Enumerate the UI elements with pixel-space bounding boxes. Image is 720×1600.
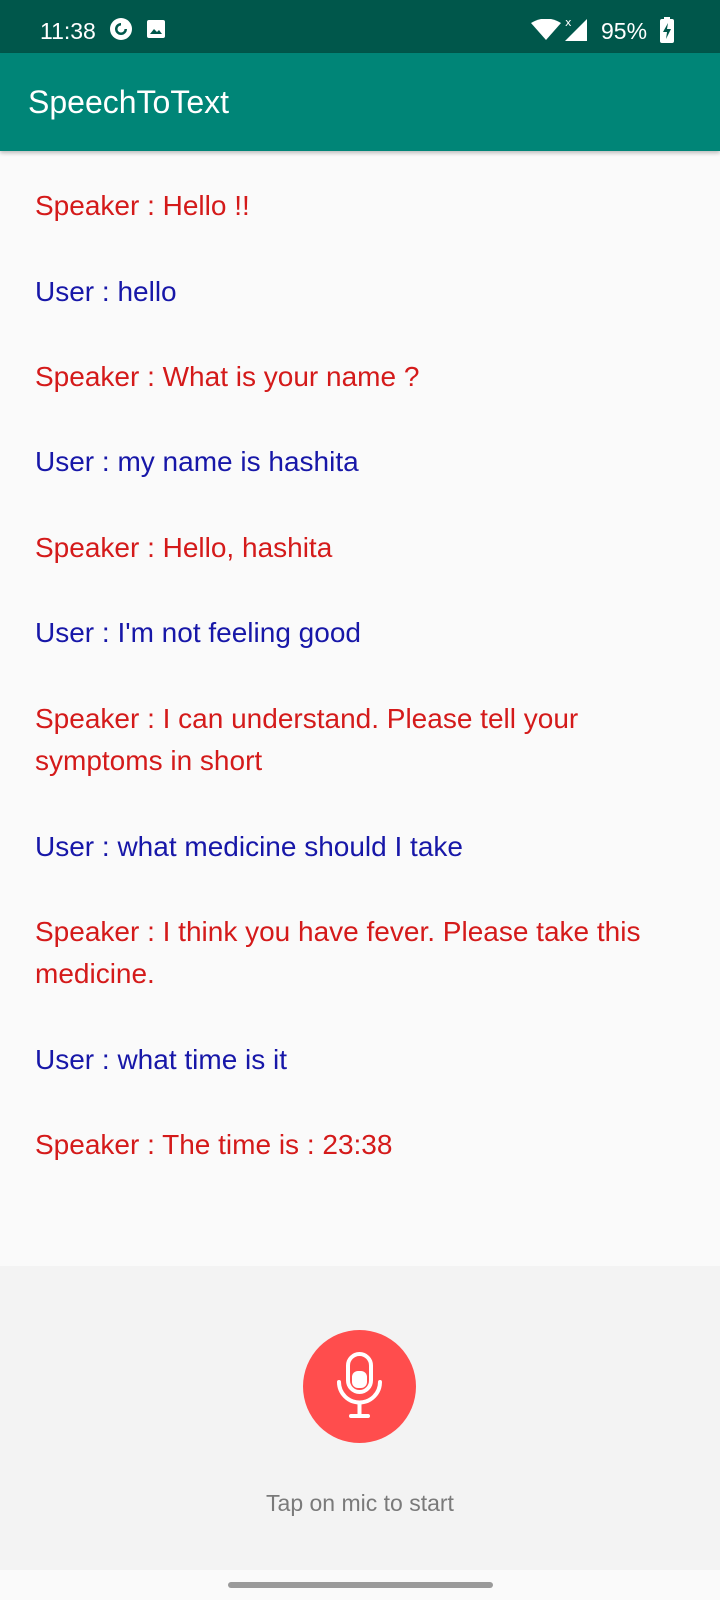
mic-button[interactable]: [303, 1330, 416, 1443]
status-bar: 11:38 x 95%: [0, 0, 720, 53]
user-message: User : what time is it: [35, 1044, 288, 1075]
status-time: 11:38: [40, 18, 96, 44]
microphone-icon: [337, 1352, 382, 1418]
speaker-message: Speaker : Hello !!: [35, 190, 250, 221]
speaker-message: Speaker : The time is : 23:38: [35, 1129, 393, 1160]
speaker-message: Speaker : What is your name ?: [35, 361, 420, 392]
user-message: User : hello: [35, 276, 177, 307]
app-title: SpeechToText: [28, 84, 230, 120]
battery-percent: 95%: [601, 18, 648, 44]
battery-charging-icon: [660, 17, 674, 48]
speaker-message: Speaker : I think you have fever. Please…: [35, 916, 641, 989]
app-bar: SpeechToText: [0, 53, 720, 151]
pocketcasts-icon: [109, 17, 133, 46]
user-message: User : what medicine should I take: [35, 831, 463, 862]
user-message: User : I'm not feeling good: [35, 617, 361, 648]
mic-hint: Tap on mic to start: [266, 1490, 454, 1516]
wifi-icon: [531, 18, 561, 46]
svg-text:x: x: [565, 16, 572, 29]
user-message: User : my name is hashita: [35, 446, 359, 477]
image-icon: [146, 19, 166, 44]
speaker-message: Speaker : I can understand. Please tell …: [35, 703, 579, 776]
cell-signal-icon: x: [562, 16, 588, 47]
speaker-message: Speaker : Hello, hashita: [35, 532, 333, 563]
gesture-nav-handle[interactable]: [228, 1582, 493, 1588]
